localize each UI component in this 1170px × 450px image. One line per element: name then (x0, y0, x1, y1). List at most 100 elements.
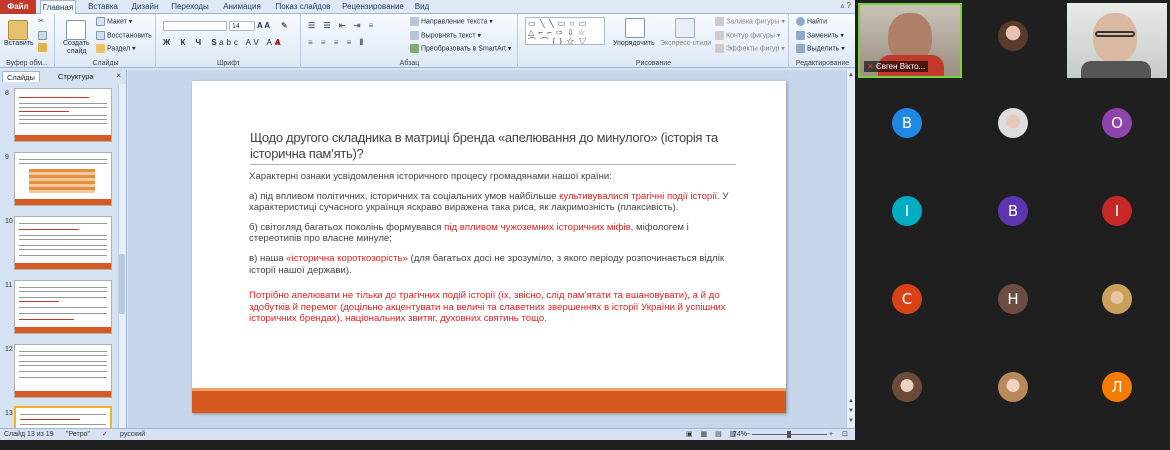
slide-thumbnail[interactable] (14, 216, 112, 270)
format-painter-icon[interactable] (38, 43, 49, 52)
quick-styles-button[interactable]: Экспресс-стили (660, 40, 711, 47)
participant-avatar: B (998, 196, 1028, 226)
shape-outline-button[interactable]: Контур фигуры ▾ (715, 31, 780, 40)
participant-tile[interactable]: Л (1069, 352, 1165, 420)
help-icon[interactable]: ▵ ? (840, 1, 851, 10)
arrange-button[interactable]: Упорядочить (613, 40, 655, 47)
new-slide-icon[interactable] (66, 20, 86, 40)
paste-button[interactable]: Вставить (4, 40, 34, 47)
tab-home[interactable]: Главная (40, 0, 76, 15)
font-size-dropdown[interactable]: 14 (229, 21, 255, 31)
scroll-down-page-icon[interactable]: ▼ (847, 408, 855, 414)
select-icon (796, 44, 805, 53)
group-label-slides: Слайды (92, 60, 119, 67)
arrange-icon[interactable] (625, 18, 645, 38)
tab-insert[interactable]: Вставка (86, 0, 120, 14)
zoom-in-icon[interactable]: + (829, 429, 833, 440)
new-slide-button[interactable]: Создать (63, 40, 90, 47)
paste-icon[interactable] (8, 20, 28, 40)
participant-tile[interactable] (965, 352, 1061, 420)
tab-outline[interactable]: Структура (54, 71, 98, 82)
participant-photo (998, 21, 1028, 51)
tab-animation[interactable]: Анимация (220, 0, 264, 14)
align-text-icon (410, 31, 419, 40)
participant-video[interactable] (1067, 3, 1167, 78)
current-slide[interactable]: Щодо другого складника в матриці бренда … (192, 81, 786, 413)
layout-button[interactable]: Макет ▾ (96, 17, 132, 26)
text-effects-icons[interactable]: abc AV Aa (219, 38, 282, 47)
shape-outline-icon (715, 31, 724, 40)
language[interactable]: русский (120, 429, 145, 440)
participant-tile[interactable]: O (1069, 88, 1165, 156)
vertical-scrollbar[interactable]: ▲ ▲ ▼ ▼ (846, 70, 855, 428)
shapes-gallery[interactable]: ▭ ╲ ╲ ▭ ○ ▭ △ ⌐ ⌐ ⇨ ⇩ ☆ ⌒ ⌒ { } ☆ ▽ (525, 17, 605, 45)
tab-design[interactable]: Дизайн (128, 0, 162, 14)
tab-view[interactable]: Вид (412, 0, 432, 14)
thumbnail-number: 9 (5, 154, 9, 161)
tab-file[interactable]: Файл (0, 0, 36, 14)
shape-fill-button[interactable]: Заливка фигуры ▾ (715, 17, 785, 26)
slides-pane: Слайды Структура × 8 9 10 11 12 13 (0, 70, 127, 430)
active-speaker-video[interactable]: ✕ Євген Вікто... (858, 3, 962, 78)
align-icons[interactable]: ≡ ≡ ≡ ≡ ⫴ (308, 38, 366, 48)
participant-tile[interactable] (965, 88, 1061, 156)
copy-icon[interactable] (38, 31, 49, 40)
glasses-icon (1095, 31, 1135, 37)
slide-thumbnail-selected[interactable] (14, 406, 112, 430)
list-icons[interactable]: ☰ ☰ ⇤ ⇥ ≡ (308, 21, 376, 30)
section-button[interactable]: Раздел ▾ (96, 44, 136, 53)
slides-pane-scrollbar[interactable] (118, 84, 126, 428)
font-color-icon[interactable]: A (275, 38, 281, 47)
participant-tile[interactable] (965, 3, 1061, 78)
close-icon[interactable]: × (116, 71, 121, 80)
reset-button[interactable]: Восстановить (96, 31, 152, 40)
participant-tile[interactable]: I (1069, 176, 1165, 244)
shape-effects-button[interactable]: Эффекты фигур ▾ (715, 44, 785, 53)
participant-tile[interactable] (1069, 264, 1165, 332)
scroll-up-icon[interactable]: ▲ (847, 72, 855, 78)
new-slide-button-line2[interactable]: слайд (67, 48, 86, 55)
smartart-button[interactable]: Преобразовать в SmartArt ▾ (410, 44, 511, 53)
slide-thumbnail[interactable] (14, 152, 112, 206)
participant-tile[interactable]: B (965, 176, 1061, 244)
cut-icon[interactable]: ✂ (38, 17, 44, 25)
participant-photo (892, 372, 922, 402)
grow-font-icon[interactable]: A A (257, 21, 270, 30)
align-text-button[interactable]: Выровнять текст ▾ (410, 31, 481, 40)
tab-slideshow[interactable]: Показ слайдов (274, 0, 332, 14)
slide-body[interactable]: Характерні ознаки усвідомлення історично… (249, 171, 739, 333)
fit-to-window-icon[interactable]: ⊡ (842, 429, 848, 440)
slide-thumbnail[interactable] (14, 280, 112, 334)
scroll-down-icon[interactable]: ▼ (847, 418, 855, 424)
scroll-up-page-icon[interactable]: ▲ (847, 398, 855, 404)
section-icon (96, 44, 105, 53)
slide-thumbnail[interactable] (14, 88, 112, 142)
bold-italic-underline-icons[interactable]: Ж К Ч S (163, 38, 221, 47)
intro-text: Характерні ознаки усвідомлення історично… (249, 171, 612, 182)
quick-styles-icon[interactable] (675, 18, 695, 38)
tab-review[interactable]: Рецензирование (340, 0, 406, 14)
participant-tile[interactable] (859, 352, 955, 420)
participant-tile[interactable]: I (859, 176, 955, 244)
participant-tile[interactable]: B (859, 88, 955, 156)
scrollbar-thumb[interactable] (119, 254, 125, 314)
clear-format-icon[interactable]: ✎ (281, 21, 288, 30)
zoom-out-icon[interactable]: − (746, 429, 750, 440)
font-name-dropdown[interactable] (163, 21, 227, 31)
zoom-slider-knob[interactable] (787, 431, 791, 438)
participant-tile[interactable]: H (965, 264, 1061, 332)
find-button[interactable]: Найти (796, 17, 827, 26)
tab-slides[interactable]: Слайды (2, 71, 40, 82)
participant-tile[interactable]: C (859, 264, 955, 332)
video-call-gallery: ✕ Євген Вікто... B O I B I C H Л (855, 0, 1170, 450)
tab-transitions[interactable]: Переходы (170, 0, 210, 14)
theme-name[interactable]: "Ретро" (66, 429, 90, 440)
replace-button[interactable]: Заменить ▾ (796, 31, 844, 40)
select-button[interactable]: Выделить ▾ (796, 44, 845, 53)
slide-title[interactable]: Щодо другого складника в матриці бренда … (250, 130, 750, 162)
zoom-level[interactable]: 74% (733, 429, 747, 440)
spellcheck-icon[interactable]: ✓ (102, 429, 108, 440)
text-direction-button[interactable]: Направление текста ▾ (410, 17, 493, 26)
slide-thumbnail[interactable] (14, 344, 112, 398)
view-buttons[interactable]: ▣ ▦ ▤ ▥ (686, 429, 739, 440)
